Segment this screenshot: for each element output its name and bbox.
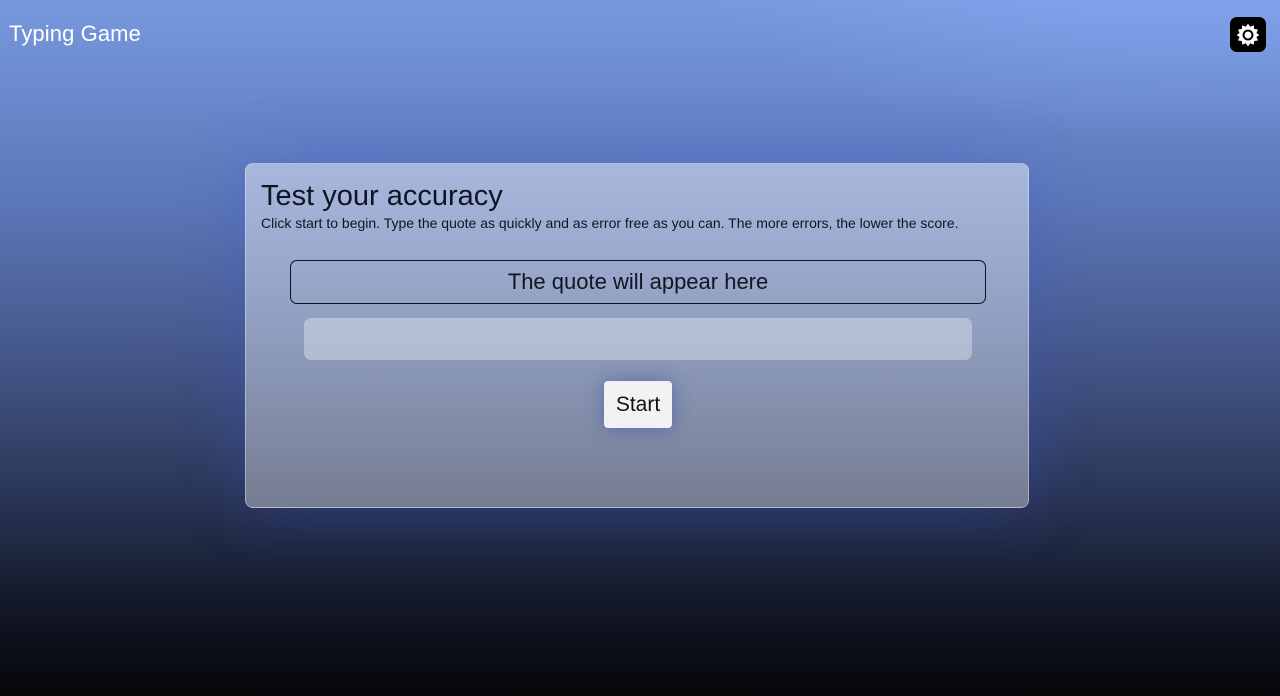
start-button[interactable]: Start — [604, 381, 672, 428]
game-card: Test your accuracy Click start to begin.… — [245, 163, 1029, 508]
quote-display: The quote will appear here — [290, 260, 986, 304]
card-title: Test your accuracy — [261, 180, 503, 212]
gear-icon — [1235, 22, 1261, 48]
card-instructions: Click start to begin. Type the quote as … — [261, 215, 959, 231]
settings-button[interactable] — [1230, 17, 1266, 52]
typing-input[interactable] — [304, 318, 972, 360]
app-title: Typing Game — [9, 21, 141, 46]
